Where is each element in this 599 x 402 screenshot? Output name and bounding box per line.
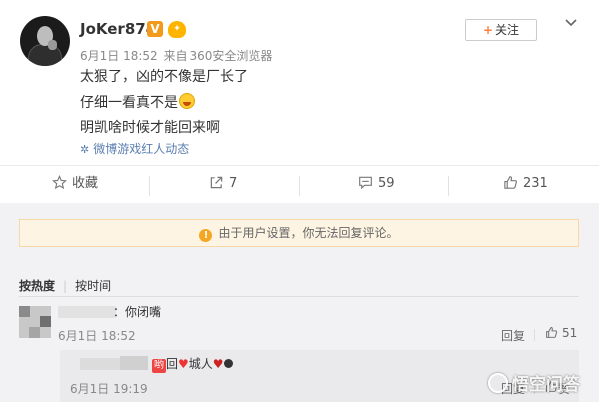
post-meta: 6月1日 18:52 来自 360安全浏览器 — [80, 47, 272, 64]
tab-sort-time[interactable]: 按时间 — [75, 279, 111, 293]
comment-time: 6月1日 18:52 — [58, 329, 136, 343]
forward-button[interactable]: 7 — [209, 166, 237, 204]
star-icon — [52, 175, 67, 190]
watermark-text: 悟空问答 — [512, 375, 580, 395]
commenter-name-blurred[interactable] — [58, 306, 116, 318]
emoji-icon — [223, 359, 233, 368]
action-divider — [299, 176, 300, 196]
topic-label: 微博游戏红人动态 — [93, 142, 190, 156]
post-text-line-2: 仔细一看真不是 — [80, 92, 195, 112]
reply-time: 6月1日 19:19 — [70, 382, 148, 396]
comment-like-count: 51 — [562, 326, 578, 340]
favorite-button[interactable]: 收藏 — [52, 166, 98, 204]
action-divider — [448, 176, 449, 196]
author-avatar[interactable] — [20, 16, 70, 66]
avatar-figure — [28, 44, 62, 66]
reply-text-b: 城人 — [188, 357, 213, 371]
comment-reply-button[interactable]: 回复 — [501, 327, 525, 344]
post-source: 360安全浏览器 — [189, 49, 273, 63]
avatar-pixel — [19, 306, 30, 317]
warning-icon: ! — [199, 229, 213, 242]
follow-label: 关注 — [495, 23, 520, 37]
like-button[interactable]: 231 — [503, 166, 548, 204]
reply-restriction-notice: ! 由于用户设置，你无法回复评论。 — [19, 219, 579, 247]
comment-text: ：你闭嘴 — [113, 305, 162, 319]
favorite-label: 收藏 — [72, 176, 99, 191]
watermark: 悟空问答 — [488, 370, 580, 395]
commenter-avatar[interactable] — [19, 306, 51, 338]
post-text-line-3: 明凯啥时候才能回来啊 — [80, 120, 220, 136]
tab-sort-hot[interactable]: 按热度 — [19, 279, 55, 293]
plus-icon: + — [482, 23, 494, 37]
action-divider — [149, 176, 150, 196]
divider — [534, 329, 535, 341]
divider — [19, 296, 579, 297]
forward-count: 7 — [229, 176, 238, 191]
thumbs-up-icon — [546, 326, 558, 338]
tab-separator: | — [63, 279, 68, 293]
post-date[interactable]: 6月1日 18:52 — [80, 49, 158, 63]
reply-tag: 哟 — [152, 359, 166, 373]
follow-button[interactable]: + 关注 — [465, 19, 537, 41]
post-text-line-2-text: 仔细一看真不是 — [80, 95, 178, 111]
notice-text: 由于用户设置，你无法回复评论。 — [218, 226, 399, 240]
comment-like-button[interactable]: 51 — [545, 326, 577, 340]
broken-heart-icon: ♥ — [212, 357, 224, 371]
post-action-bar: 收藏 7 59 231 — [0, 165, 599, 203]
source-prefix: 来自 — [163, 49, 188, 63]
reply-text: 哟回♥城人♥ — [152, 355, 233, 373]
avatar-hand — [48, 40, 57, 50]
comment-count: 59 — [378, 176, 395, 191]
comment-icon — [359, 176, 372, 190]
author-name[interactable]: JoKer874 — [80, 20, 156, 38]
thumbs-up-icon — [504, 176, 517, 189]
chevron-down-icon[interactable] — [564, 16, 578, 30]
member-medal-icon[interactable]: ✦ — [168, 21, 186, 38]
post-text-line-1: 太狠了，凶的不像是厂长了 — [80, 69, 248, 85]
topic-link[interactable]: ✲ 微博游戏红人动态 — [80, 140, 189, 157]
forward-icon — [210, 176, 223, 189]
comment-button[interactable]: 59 — [358, 166, 395, 204]
reply-author-name-blurred — [120, 356, 148, 370]
avatar-pixel — [29, 327, 40, 338]
like-count: 231 — [523, 176, 548, 191]
wukong-logo-icon — [488, 373, 508, 393]
comment-sort-tabs: 按热度 | 按时间 — [19, 277, 111, 294]
weibo-post: JoKer874 V ✦ 6月1日 18:52 来自 360安全浏览器 + 关注 太… — [0, 0, 599, 165]
reply-text-a: 回 — [166, 357, 179, 371]
avatar-pixel — [40, 316, 51, 327]
topic-icon: ✲ — [80, 143, 90, 156]
laugh-cry-emoji-icon — [179, 93, 195, 109]
verified-badge-icon: V — [147, 21, 163, 37]
heart-icon: ♥ — [178, 357, 189, 371]
